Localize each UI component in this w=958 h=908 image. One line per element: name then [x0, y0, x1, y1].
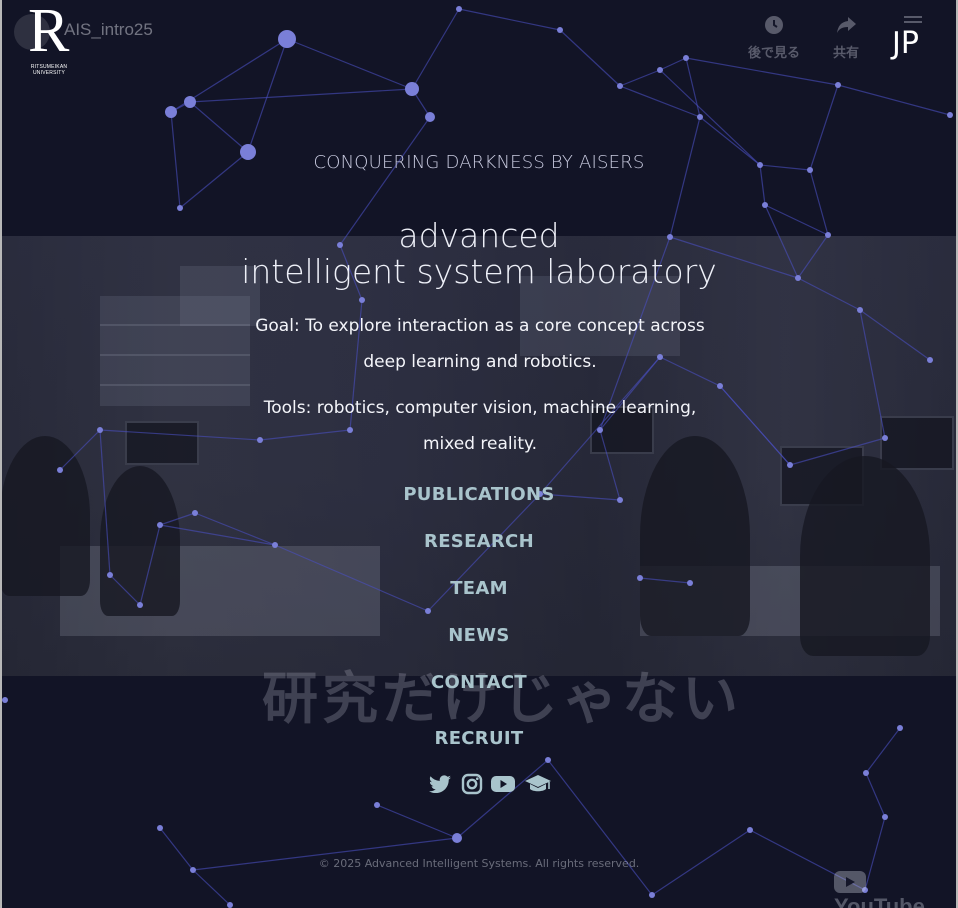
network-node	[184, 96, 196, 108]
left-border	[0, 0, 2, 908]
nav-team[interactable]: TEAM	[0, 578, 958, 599]
network-node	[787, 462, 793, 468]
network-edge	[789, 437, 886, 466]
network-node	[857, 307, 863, 313]
network-node	[2, 697, 8, 703]
lab-name-line1: advanced	[398, 216, 560, 255]
network-edge	[547, 759, 653, 896]
twitter-icon[interactable]	[428, 772, 452, 796]
copyright: © 2025 Advanced Intelligent Systems. All…	[318, 857, 640, 870]
nav-recruit[interactable]: RECRUIT	[0, 728, 958, 749]
network-node	[405, 82, 419, 96]
tools-text: Tools: robotics, computer vision, machin…	[263, 398, 697, 454]
network-edge	[619, 69, 661, 87]
graduation-cap-icon[interactable]	[524, 772, 552, 796]
network-node	[863, 770, 869, 776]
network-edge	[189, 101, 249, 153]
video-title[interactable]: AIS_intro25	[64, 20, 153, 40]
network-node	[697, 114, 703, 120]
tagline: CONQUERING DARKNESS BY AISERS	[313, 152, 645, 173]
network-node	[97, 427, 103, 433]
network-edge	[837, 84, 951, 116]
network-node	[374, 802, 380, 808]
language-toggle[interactable]: JP	[892, 26, 919, 61]
network-node	[57, 467, 63, 473]
university-logo[interactable]: R RITSUMEIKAN UNIVERSITY	[28, 0, 70, 78]
network-edge	[865, 772, 886, 818]
network-node	[882, 814, 888, 820]
watch-later-button[interactable]: 後で見る	[744, 14, 804, 61]
network-node	[717, 383, 723, 389]
network-node	[617, 83, 623, 89]
network-node	[359, 297, 365, 303]
share-arrow-icon	[816, 14, 876, 36]
network-node	[545, 757, 551, 763]
network-node	[192, 510, 198, 516]
nav-research[interactable]: RESEARCH	[0, 531, 958, 552]
instagram-icon[interactable]	[460, 772, 484, 796]
network-node	[927, 357, 933, 363]
network-edge	[859, 309, 931, 361]
network-node	[137, 602, 143, 608]
network-edge	[159, 512, 196, 526]
network-node	[227, 902, 233, 908]
network-node	[425, 608, 431, 614]
network-node	[882, 435, 888, 441]
network-edge	[59, 429, 101, 471]
video-top-bar: AIS_intro25 R RITSUMEIKAN UNIVERSITY 後で見…	[0, 0, 958, 76]
network-node	[177, 205, 183, 211]
network-node	[157, 522, 163, 528]
share-button[interactable]: 共有	[816, 14, 876, 61]
network-node	[947, 112, 953, 118]
youtube-watermark[interactable]: YouTube	[834, 868, 958, 908]
network-node	[835, 82, 841, 88]
clock-icon	[744, 14, 804, 36]
nav-news[interactable]: NEWS	[0, 625, 958, 646]
network-node	[157, 825, 163, 831]
network-node	[452, 833, 462, 843]
nav-contact[interactable]: CONTACT	[0, 672, 958, 693]
youtube-icon[interactable]	[490, 772, 515, 796]
network-edge	[719, 385, 791, 466]
network-edge	[659, 69, 761, 166]
network-edge	[192, 869, 231, 906]
network-edge	[376, 804, 458, 839]
video-player[interactable]: 研究だけじゃない AIS_intro25 R RITSUMEIKAN UNIVE…	[0, 0, 958, 908]
network-node	[649, 892, 655, 898]
lab-name: advanced intelligent system laboratory	[0, 218, 958, 290]
network-node	[747, 827, 753, 833]
goal-text: Goal: To explore interaction as a core c…	[255, 316, 705, 372]
nav-publications[interactable]: PUBLICATIONS	[0, 484, 958, 505]
network-edge	[619, 85, 701, 118]
network-edge	[859, 309, 886, 439]
network-node	[165, 106, 177, 118]
network-edge	[189, 88, 413, 103]
network-node	[425, 112, 435, 122]
youtube-play-icon	[834, 871, 866, 894]
lab-name-line2: intelligent system laboratory	[241, 252, 717, 291]
network-node	[762, 202, 768, 208]
